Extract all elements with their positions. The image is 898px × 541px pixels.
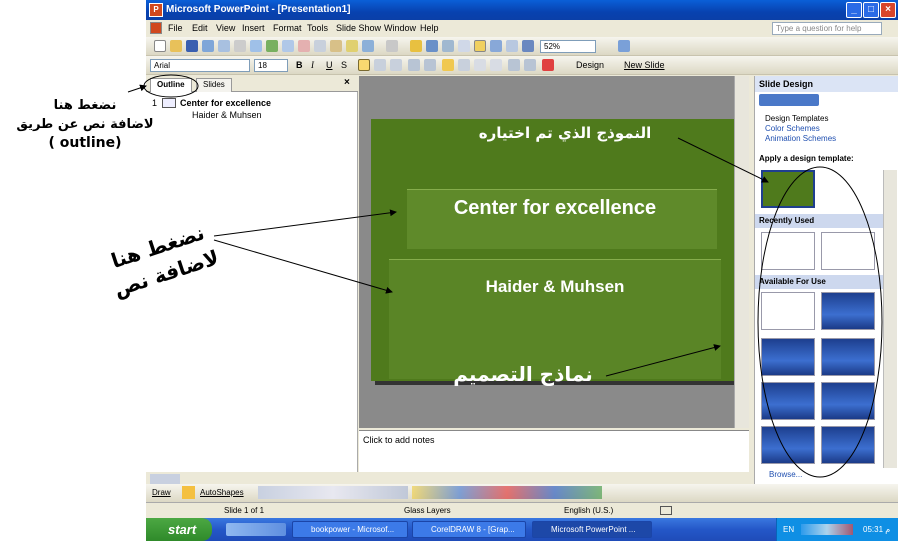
subtitle-arrow	[213, 239, 393, 294]
templates-arrow	[605, 344, 721, 377]
outline-tab-circle	[143, 74, 199, 98]
selected-template-arrow	[677, 137, 769, 183]
templates-circle	[757, 166, 883, 478]
annotation-arrows	[127, 74, 883, 478]
title-arrow	[213, 209, 397, 237]
outline-arrow	[127, 84, 147, 93]
